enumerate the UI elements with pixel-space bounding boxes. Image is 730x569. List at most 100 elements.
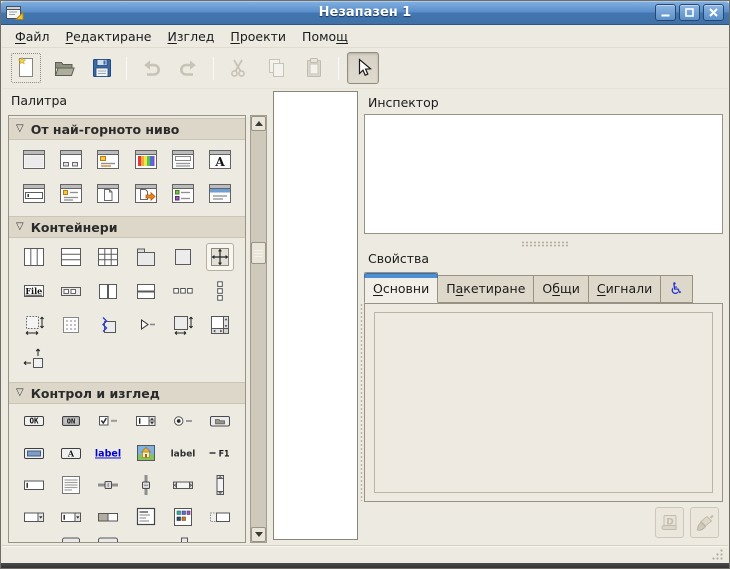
palette-item-message-dialog[interactable] xyxy=(90,146,127,180)
palette-item-properties-dialog[interactable] xyxy=(164,180,201,214)
horizontal-pane-handle[interactable] xyxy=(521,241,568,247)
menu-item-projects[interactable]: Проекти xyxy=(222,26,294,47)
palette-section-header-toplevels[interactable]: ▽От най-горното ниво xyxy=(9,118,245,140)
close-button[interactable] xyxy=(703,4,724,21)
new-button[interactable] xyxy=(10,52,42,84)
palette-scrollbar[interactable] xyxy=(250,115,267,543)
undo-button[interactable] xyxy=(135,52,167,84)
palette-item-aspect-frame[interactable] xyxy=(164,312,201,346)
palette-item-h-scale[interactable] xyxy=(90,472,127,504)
palette-item-alignment[interactable] xyxy=(15,346,52,380)
palette-item-image[interactable] xyxy=(127,440,164,472)
scrollbar-down-button[interactable] xyxy=(251,527,266,542)
palette-item-text-view[interactable] xyxy=(52,472,89,504)
vbox-icon xyxy=(58,244,84,270)
svg-text:A: A xyxy=(215,155,226,169)
palette-item-assistant[interactable] xyxy=(202,180,239,214)
palette-item-recent-chooser-dialog[interactable] xyxy=(127,180,164,214)
palette-item-layout[interactable] xyxy=(52,312,89,346)
palette-item-radio-button[interactable] xyxy=(164,408,201,440)
palette-item-fixed[interactable] xyxy=(202,244,239,278)
toolbar-separator xyxy=(126,57,127,80)
palette-item-partial-widget-1[interactable] xyxy=(52,536,89,543)
palette-item-link-button[interactable]: label xyxy=(90,440,127,472)
redo-button[interactable] xyxy=(173,52,205,84)
tab-general[interactable]: Основни xyxy=(364,272,438,303)
palette-item-progress-bar[interactable] xyxy=(90,504,127,536)
palette-item-vbutton-box[interactable] xyxy=(202,278,239,312)
palette-item-menu-bar[interactable]: File xyxy=(15,278,52,312)
palette-item-partial-widget-3[interactable] xyxy=(164,536,201,543)
devhelp-button[interactable]: D xyxy=(655,507,684,538)
palette-item-color-button[interactable] xyxy=(15,440,52,472)
open-button[interactable] xyxy=(48,52,80,84)
minimize-button[interactable] xyxy=(655,4,676,21)
palette-item-event-box[interactable] xyxy=(164,244,201,278)
palette-item-toolbar[interactable] xyxy=(52,278,89,312)
menu-item-file[interactable]: Файл xyxy=(7,26,58,47)
palette-item-font-button[interactable]: A xyxy=(52,440,89,472)
tab-signals[interactable]: Сигнали xyxy=(588,275,661,303)
palette-item-partial-widget-2[interactable] xyxy=(90,536,127,543)
palette-section-header-controls[interactable]: ▽Контрол и изглед xyxy=(9,382,245,404)
palette-item-font-selection-dialog[interactable]: A xyxy=(202,146,239,180)
palette-item-accel-label[interactable]: F1 xyxy=(202,440,239,472)
palette-item-combo-box[interactable] xyxy=(15,504,52,536)
hbox-icon xyxy=(21,244,47,270)
palette-item-v-scale[interactable] xyxy=(127,472,164,504)
palette-item-v-scrollbar[interactable] xyxy=(202,472,239,504)
palette-item-frame[interactable] xyxy=(127,244,164,278)
palette-item-handle-box[interactable] xyxy=(90,312,127,346)
save-button[interactable] xyxy=(86,52,118,84)
palette-item-hbox[interactable] xyxy=(15,244,52,278)
scrollbar-thumb[interactable] xyxy=(251,242,266,264)
palette-item-entry[interactable] xyxy=(15,472,52,504)
palette-item-toggle-button[interactable]: ON xyxy=(52,408,89,440)
svg-text:label: label xyxy=(95,449,121,460)
palette-item-dialog[interactable] xyxy=(52,146,89,180)
palette-section-header-containers[interactable]: ▽Контейнери xyxy=(9,216,245,238)
palette-item-combo-box-entry[interactable] xyxy=(52,504,89,536)
palette-item-color-selection-dialog[interactable] xyxy=(127,146,164,180)
tab-accessibility[interactable]: ♿ xyxy=(660,275,692,303)
palette-item-about-dialog[interactable] xyxy=(52,180,89,214)
palette-item-tree-view[interactable] xyxy=(127,504,164,536)
tab-packing[interactable]: Пакетиране xyxy=(437,275,534,303)
properties-title: Свойства xyxy=(368,251,429,266)
palette-item-h-scrollbar[interactable] xyxy=(164,472,201,504)
menu-item-help[interactable]: Помощ xyxy=(294,26,356,47)
palette-item-table[interactable] xyxy=(90,244,127,278)
palette-item-label[interactable]: label xyxy=(164,440,201,472)
palette-item-combo-box-button[interactable] xyxy=(202,408,239,440)
palette-item-button[interactable]: OK xyxy=(15,408,52,440)
menu-item-edit[interactable]: Редактиране xyxy=(58,26,160,47)
brush-button[interactable] xyxy=(690,507,719,538)
scrollbar-up-button[interactable] xyxy=(251,116,266,131)
palette-item-icon-view[interactable] xyxy=(164,504,201,536)
inspector-tree[interactable] xyxy=(364,114,723,234)
palette-item-window[interactable] xyxy=(15,146,52,180)
select-button[interactable] xyxy=(347,52,379,84)
palette-item-cell-view[interactable] xyxy=(202,504,239,536)
palette-item-scrolled-window[interactable] xyxy=(202,312,239,346)
palette-item-check-button[interactable] xyxy=(90,408,127,440)
maximize-button[interactable] xyxy=(679,4,700,21)
copy-button[interactable] xyxy=(260,52,292,84)
palette-item-hbutton-box[interactable] xyxy=(164,278,201,312)
cut-button[interactable] xyxy=(222,52,254,84)
palette-item-vpaned[interactable] xyxy=(127,278,164,312)
palette-item-file-chooser-widget[interactable] xyxy=(90,180,127,214)
palette-item-input-dialog[interactable] xyxy=(15,180,52,214)
palette-item-hpaned[interactable] xyxy=(90,278,127,312)
palette-item-file-chooser-dialog[interactable] xyxy=(164,146,201,180)
palette-item-spin-button[interactable] xyxy=(127,408,164,440)
palette-item-viewport[interactable] xyxy=(15,312,52,346)
design-workspace[interactable] xyxy=(273,91,358,540)
palette-item-vbox[interactable] xyxy=(52,244,89,278)
menu-item-view[interactable]: Изглед xyxy=(160,26,223,47)
paste-button[interactable] xyxy=(298,52,330,84)
tab-common[interactable]: Общи xyxy=(533,275,588,303)
resize-grip[interactable] xyxy=(711,548,724,561)
file-chooser-widget-icon xyxy=(95,180,121,206)
palette-item-expander[interactable] xyxy=(127,312,164,346)
